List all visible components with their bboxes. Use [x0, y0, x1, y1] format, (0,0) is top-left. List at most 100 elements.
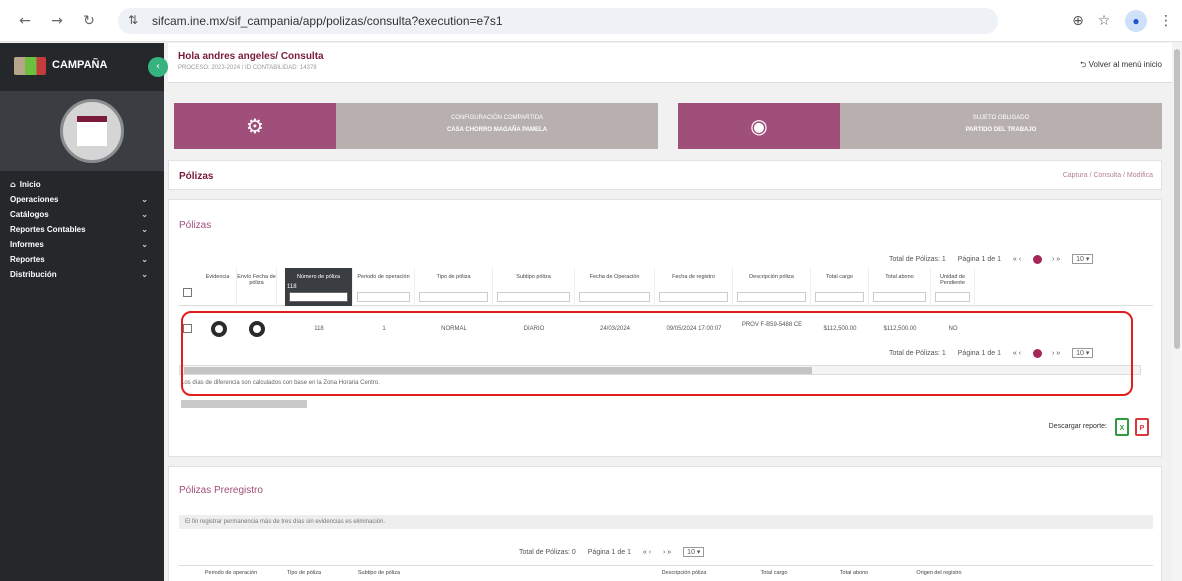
sidebar-item-operaciones[interactable]: Operaciones ⌄	[0, 192, 164, 207]
sidebar-item-reportes[interactable]: Reportes ⌄	[0, 252, 164, 267]
periodo-filter-input[interactable]	[357, 292, 410, 302]
scrollbar-thumb[interactable]	[1174, 49, 1180, 349]
total-cargo-filter-input[interactable]	[815, 292, 864, 302]
page-size-select[interactable]: 10 ▾	[1072, 348, 1094, 358]
col-numero[interactable]: Número de póliza 118	[285, 268, 353, 306]
url-text[interactable]: sifcam.ine.mx/sif_campania/app/polizas/c…	[152, 14, 503, 28]
arrow-left-icon[interactable]: ←	[16, 12, 34, 30]
polizas-panel: Pólizas Total de Pólizas: 1 Página 1 de …	[168, 199, 1162, 457]
sidebar-item-catalogos[interactable]: Catálogos ⌄	[0, 207, 164, 222]
col-unidad[interactable]: Unidad de Pendiente	[931, 268, 975, 306]
select-all-checkbox[interactable]	[183, 288, 192, 297]
pager-prev[interactable]: « ‹	[1013, 350, 1021, 357]
scrollbar-thumb[interactable]	[184, 367, 812, 374]
card-label: CONFIGURACIÓN COMPARTIDA	[450, 115, 544, 121]
descripcion-filter-input[interactable]	[737, 292, 806, 302]
horizontal-scrollbar[interactable]	[179, 365, 1141, 375]
sidebar-item-label: Reportes Contables	[10, 225, 86, 234]
col-periodo[interactable]: Periodo de operación	[353, 268, 415, 306]
col-total-cargo[interactable]: Total cargo	[739, 570, 809, 576]
card-info: SUJETO OBLIGADO PARTIDO DEL TRABAJO	[840, 103, 1162, 149]
pager-prev[interactable]: « ‹	[643, 549, 651, 556]
sidebar-item-informes[interactable]: Informes ⌄	[0, 237, 164, 252]
col-subtipo[interactable]: Subtipo de póliza	[339, 570, 419, 576]
pager-next[interactable]: › »	[1052, 256, 1060, 263]
cell-tipo: NORMAL	[441, 326, 467, 332]
page-size-select[interactable]: 10 ▾	[1072, 254, 1094, 264]
polizas-title: Pólizas	[179, 220, 212, 231]
kebab-menu-icon[interactable]: ⋮	[1156, 11, 1176, 31]
current-page-indicator[interactable]	[1033, 348, 1043, 358]
chevron-down-icon: ⌄	[141, 240, 148, 249]
profile-icon[interactable]: ●	[1125, 10, 1147, 32]
chevron-down-icon: ⌄	[141, 210, 148, 219]
arrow-right-icon[interactable]: →	[48, 12, 66, 30]
col-periodo[interactable]: Periodo de operación	[201, 570, 261, 576]
cell-fecha-registro: 09/05/2024 17:00:07	[666, 326, 722, 332]
unidad-filter-input[interactable]	[935, 292, 970, 302]
total-abono-filter-input[interactable]	[873, 292, 926, 302]
sidebar-item-distribucion[interactable]: Distribución ⌄	[0, 267, 164, 282]
sidebar-item-label: Inicio	[19, 180, 41, 189]
breadcrumb[interactable]: Captura / Consulta / Modifica	[1063, 172, 1153, 179]
col-evidencia[interactable]: Evidencia	[199, 268, 237, 306]
sidebar-hero	[0, 91, 164, 171]
pager-next[interactable]: › »	[663, 549, 671, 556]
building-icon	[77, 116, 107, 146]
zoom-icon[interactable]: ⊕	[1068, 11, 1088, 31]
cell-subtipo: DIARIO	[523, 326, 545, 332]
col-subtipo[interactable]: Subtipo póliza	[493, 268, 575, 306]
fecha-operacion-filter-input[interactable]	[579, 292, 650, 302]
col-descripcion[interactable]: Descripción póliza	[639, 570, 729, 576]
pager-page: Página 1 de 1	[587, 549, 631, 556]
table-row[interactable]: 118 1 NORMAL DIARIO 24/03/2024 09/05/202…	[179, 312, 1153, 346]
send-date-button-icon[interactable]	[249, 321, 265, 337]
col-total-abono[interactable]: Total abono	[869, 268, 931, 306]
logo	[14, 57, 46, 75]
col-tipo[interactable]: Tipo de póliza	[269, 570, 339, 576]
pdf-icon[interactable]: P	[1135, 418, 1149, 436]
address-bar[interactable]: ⇅ sifcam.ine.mx/sif_campania/app/polizas…	[118, 8, 998, 34]
collapse-sidebar-icon[interactable]: ‹	[148, 57, 168, 77]
excel-icon[interactable]: X	[1115, 418, 1129, 436]
fecha-registro-filter-input[interactable]	[659, 292, 728, 302]
download-label: Descargar reporte:	[1048, 423, 1107, 430]
preregistro-pager: Total de Pólizas: 0 Página 1 de 1 « ‹ › …	[519, 547, 714, 559]
current-page-indicator[interactable]	[1033, 254, 1043, 264]
tipo-filter-input[interactable]	[419, 292, 488, 302]
numero-filter-input[interactable]	[289, 292, 348, 302]
sidebar-item-label: Informes	[10, 240, 44, 249]
sidebar-menu: ⌂ Inicio Operaciones ⌄ Catálogos ⌄ Reportes…	[0, 177, 164, 282]
sidebar-item-reportes-contables[interactable]: Reportes Contables ⌄	[0, 222, 164, 237]
gear-icon: ⚙	[174, 103, 336, 149]
col-fecha-registro[interactable]: Fecha de registro	[655, 268, 733, 306]
cell-periodo: 1	[382, 326, 386, 332]
sidebar-item-inicio[interactable]: ⌂ Inicio	[0, 177, 164, 192]
numero-filter-value: 118	[287, 284, 297, 290]
reload-icon[interactable]: ↻	[80, 12, 98, 30]
col-descripcion[interactable]: Descripción póliza	[733, 268, 811, 306]
row-checkbox[interactable]	[183, 324, 192, 333]
evidence-button-icon[interactable]	[211, 321, 227, 337]
col-fecha-operacion[interactable]: Fecha de Operación	[575, 268, 655, 306]
vertical-scrollbar[interactable]	[1172, 43, 1182, 581]
subtipo-filter-input[interactable]	[497, 292, 570, 302]
browser-toolbar: ← → ↻ ⇅ sifcam.ine.mx/sif_campania/app/p…	[0, 0, 1182, 42]
cell-descripcion: PROV F-B59-5488 CE	[741, 322, 803, 328]
back-to-menu-link[interactable]: ⮌ Volver al menú inicio	[1080, 59, 1162, 73]
column-label: Tipo de póliza	[436, 274, 471, 280]
col-envio[interactable]: Envío Fecha de póliza	[237, 268, 277, 306]
site-settings-icon[interactable]: ⇅	[128, 13, 138, 27]
col-tipo[interactable]: Tipo de póliza	[415, 268, 493, 306]
star-icon[interactable]: ☆	[1094, 11, 1114, 31]
pager-page: Página 1 de 1	[957, 350, 1001, 357]
page-size-select[interactable]: 10 ▾	[683, 547, 705, 557]
column-label: Unidad de Pendiente	[939, 274, 966, 286]
column-label: Envío Fecha de póliza	[237, 274, 276, 286]
col-origen[interactable]: Origen del registro	[899, 570, 979, 576]
col-total-abono[interactable]: Total abono	[819, 570, 889, 576]
pager-bottom: Total de Pólizas: 1 Página 1 de 1 « ‹ › …	[889, 348, 1103, 360]
pager-prev[interactable]: « ‹	[1013, 256, 1021, 263]
col-total-cargo[interactable]: Total cargo	[811, 268, 869, 306]
pager-next[interactable]: › »	[1052, 350, 1060, 357]
